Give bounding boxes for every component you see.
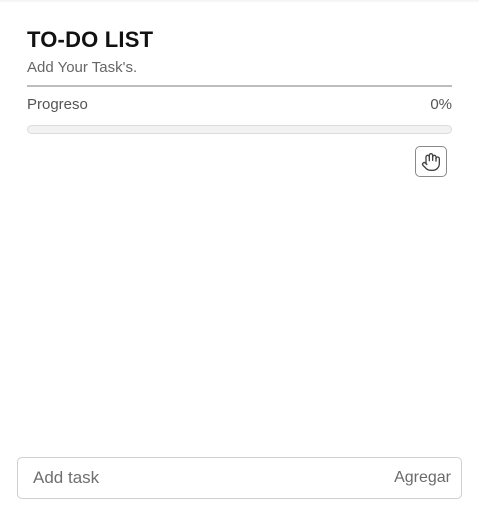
add-button[interactable]: Agregar bbox=[386, 458, 461, 498]
hand-button[interactable] bbox=[415, 146, 447, 177]
page-title: TO-DO LIST bbox=[27, 27, 154, 52]
top-shadow bbox=[0, 0, 479, 3]
progress-label: Progreso bbox=[27, 96, 88, 113]
task-list bbox=[27, 190, 452, 445]
add-task-bar: Agregar bbox=[17, 457, 462, 499]
progress-row: Progreso 0% bbox=[27, 96, 452, 114]
todo-app: TO-DO LIST Add Your Task's. Progreso 0% … bbox=[0, 0, 479, 515]
progress-percent: 0% bbox=[430, 96, 452, 113]
page-subtitle: Add Your Task's. bbox=[27, 59, 138, 76]
header: TO-DO LIST Add Your Task's. bbox=[27, 27, 452, 77]
hand-icon bbox=[421, 152, 441, 172]
task-input[interactable] bbox=[18, 458, 387, 498]
progress-bar bbox=[27, 125, 452, 134]
header-divider bbox=[27, 85, 452, 87]
